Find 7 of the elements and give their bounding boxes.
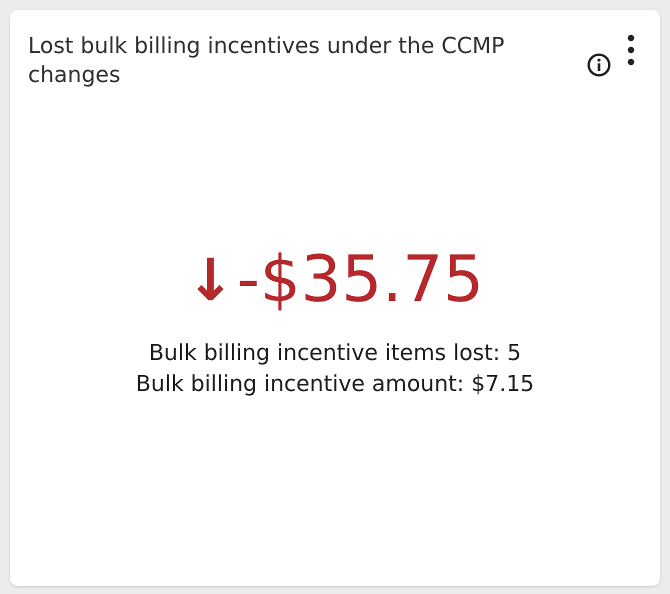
detail-text: Bulk billing incentive amount: $7.15 [136, 371, 534, 399]
detail-text: Bulk billing incentive items lost: 5 [148, 340, 522, 368]
total-value: -$35.75 [236, 242, 484, 319]
info-icon[interactable] [586, 52, 612, 78]
down-arrow-icon: ↓ [186, 240, 235, 320]
more-options-icon[interactable] [626, 34, 636, 66]
card-title: Lost bulk billing incentives under the CCMP changes [28, 33, 506, 90]
